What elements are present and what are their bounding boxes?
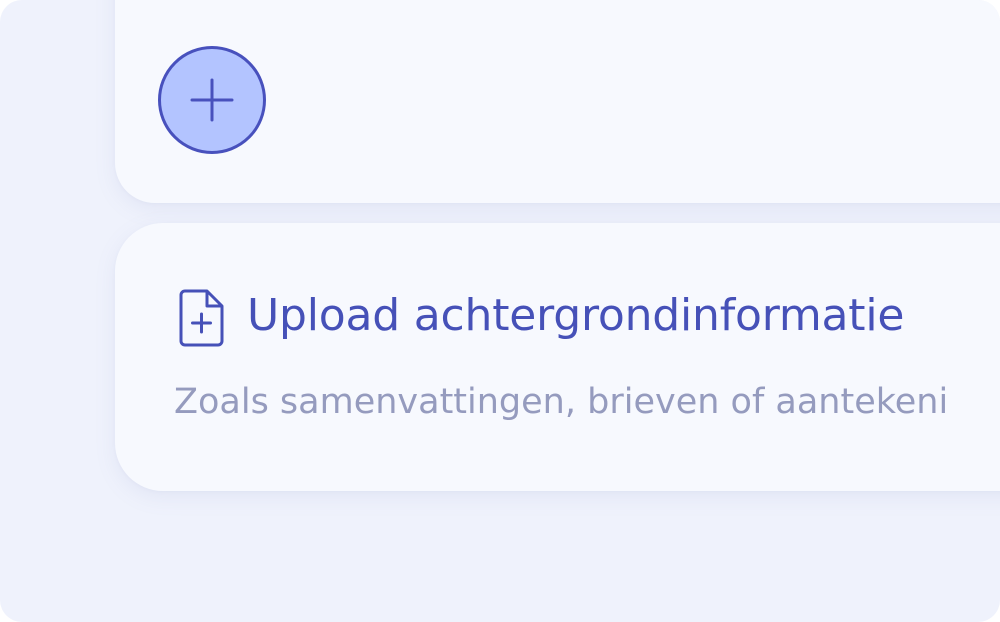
plus-icon (190, 78, 234, 122)
upload-title[interactable]: Upload achtergrondinformatie (247, 286, 904, 346)
add-button[interactable] (158, 46, 266, 154)
upload-icon-wrap[interactable] (179, 288, 225, 348)
app-frame: Upload achtergrondinformatie Zoals samen… (0, 0, 1000, 622)
upload-subtitle: Zoals samenvattingen, brieven of aanteke… (174, 382, 949, 422)
file-plus-icon (179, 289, 224, 347)
upload-card[interactable] (115, 223, 1000, 491)
